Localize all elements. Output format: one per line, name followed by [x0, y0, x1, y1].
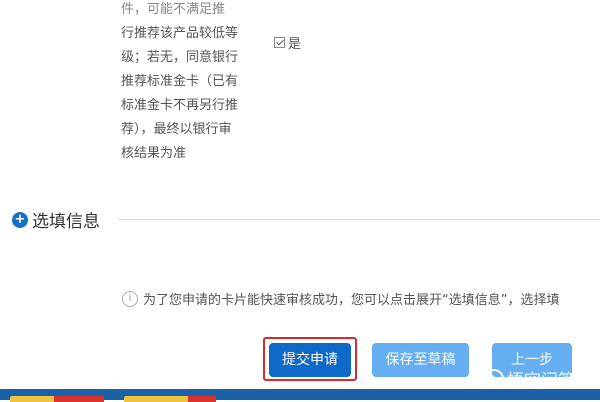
agree-label: 是 — [288, 37, 302, 52]
optional-info-toggle[interactable]: + 选填信息 — [12, 207, 100, 232]
speech-bubble-icon: … — [484, 368, 504, 389]
terms-line: 件，可能不满足推 — [121, 2, 226, 17]
terms-line: 荐），最终以银行审 — [121, 122, 232, 137]
terms-line: 行推荐该产品较低等 — [121, 26, 239, 41]
watermark-text: 悟空问答 — [507, 371, 575, 391]
terms-line: 标准金卡不再另行推 — [121, 98, 239, 113]
checkbox-checked-icon[interactable] — [274, 37, 285, 48]
notice: i 为了您申请的卡片能快速审核成功，您可以点击展开“选填信息”，选择填 — [122, 289, 559, 308]
info-icon: i — [122, 290, 138, 307]
footer-tab[interactable] — [10, 396, 104, 402]
agree-checkbox[interactable]: 是 — [274, 33, 301, 52]
terms-line: 推荐标准金卡（已有 — [121, 74, 239, 89]
footer-tab[interactable] — [124, 396, 216, 402]
submit-button[interactable]: 提交申请 — [269, 343, 351, 377]
terms-line: 级；若无，同意银行 — [121, 50, 239, 65]
save-draft-button[interactable]: 保存至草稿 — [372, 343, 469, 377]
watermark: … 悟空问答 — [484, 366, 575, 391]
plus-circle-icon[interactable]: + — [12, 211, 28, 228]
optional-info-label: 选填信息 — [32, 212, 100, 232]
terms-clause: 件，可能不满足推 行推荐该产品较低等 级；若无，同意银行 推荐标准金卡（已有 标… — [121, 0, 261, 166]
notice-text: 为了您申请的卡片能快速审核成功，您可以点击展开“选填信息”，选择填 — [143, 293, 560, 308]
section-divider — [118, 219, 600, 220]
terms-line: 核结果为准 — [121, 146, 187, 161]
